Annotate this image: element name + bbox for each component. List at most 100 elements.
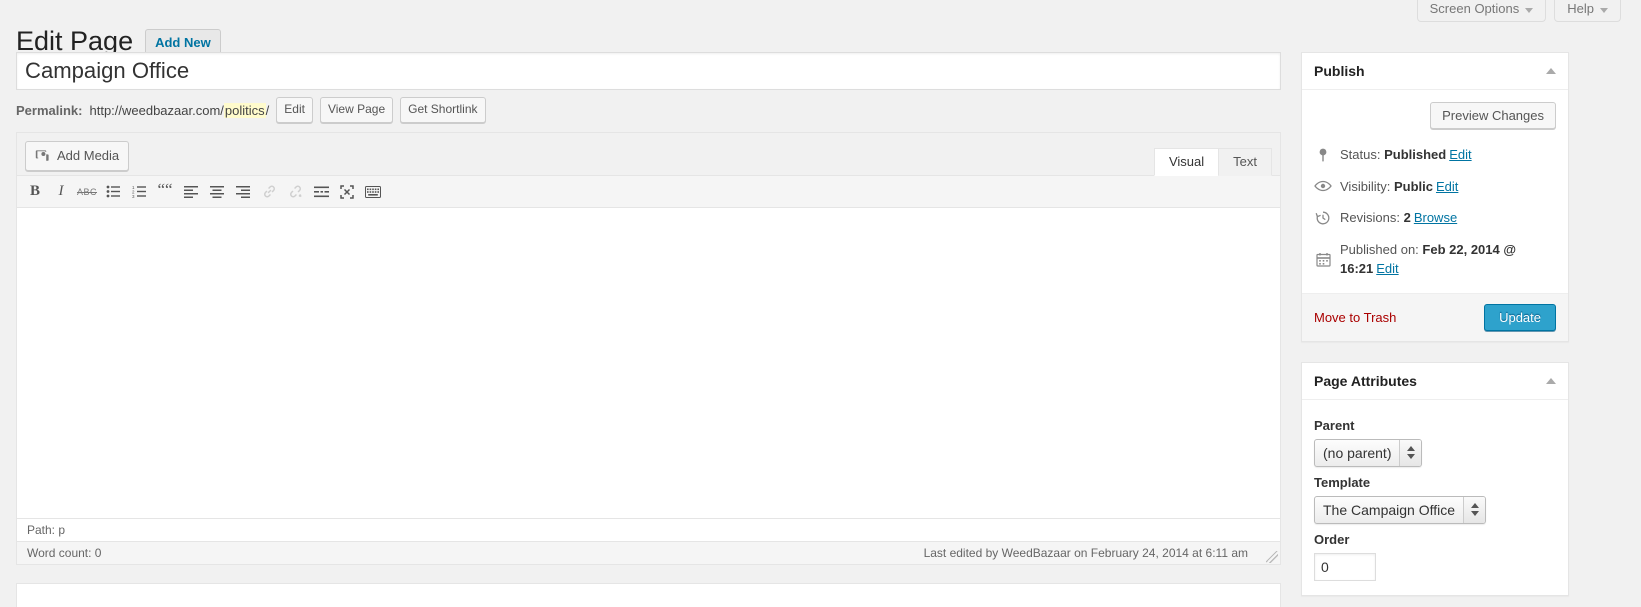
select-arrows-icon [1399,439,1422,466]
publish-metabox-title: Publish [1314,63,1365,79]
add-media-button[interactable]: Add Media [25,141,130,171]
page-attributes-title: Page Attributes [1314,372,1417,389]
status-label: Status: [1340,147,1381,162]
main-editor-column: Permalink: http://weedbazaar.com/politic… [16,52,1281,607]
get-shortlink-button[interactable]: Get Shortlink [400,97,486,123]
word-count: Word count: 0 [27,546,102,560]
help-label: Help [1567,1,1594,16]
permalink-label: Permalink: [16,102,83,118]
screen-meta-links: Screen Options Help [1416,0,1621,22]
insert-read-more-icon[interactable] [309,181,333,203]
visibility-edit-link[interactable]: Edit [1436,179,1458,194]
tab-visual[interactable]: Visual [1153,148,1220,176]
numbered-list-icon[interactable]: 123 [127,181,151,203]
published-on-edit-link[interactable]: Edit [1376,261,1398,276]
tab-text[interactable]: Text [1218,148,1272,176]
pin-icon [1314,146,1332,164]
page-attributes-header[interactable]: Page Attributes [1302,363,1568,400]
view-page-button[interactable]: View Page [319,97,394,123]
editor-media-bar: Add Media Visual Text [17,133,1280,176]
edit-permalink-button[interactable]: Edit [276,97,313,123]
select-arrows-icon [1463,496,1486,523]
screen-options-tab[interactable]: Screen Options [1416,0,1547,22]
bold-icon[interactable]: B [23,181,47,203]
visibility-value: Public [1393,178,1433,194]
strikethrough-icon[interactable]: ABC [75,181,99,203]
publish-actions: Move to Trash Update [1302,292,1568,341]
bullet-list-icon[interactable] [101,181,125,203]
update-button[interactable]: Update [1484,303,1556,331]
publish-metabox-header[interactable]: Publish [1302,53,1568,90]
chevron-down-icon [1600,8,1608,13]
chevron-down-icon [1525,8,1534,13]
lower-metabox-placeholder [16,583,1281,607]
last-edited-text: Last edited by WeedBazaar on February 24… [923,546,1248,560]
tab-text-label: Text [1233,154,1257,169]
status-value: Published [1384,147,1447,162]
revisions-row: Revisions: 2 Browse [1314,202,1556,234]
post-editor: Add Media Visual Text B I ABC 1 2 3 ““ P… [16,132,1281,565]
align-right-icon[interactable] [231,181,255,203]
screen-options-label: Screen Options [1429,1,1520,16]
add-media-label: Add Media [57,148,120,163]
visibility-row: Visibility: Public Edit [1314,171,1556,203]
move-to-trash-link[interactable]: Move to Trash [1314,310,1396,325]
svg-text:3: 3 [132,194,135,198]
editor-mode-tabs: Visual Text [1153,148,1272,176]
wp-admin-edit-page-screen: Screen Options Help Edit Page Add New Pe… [0,0,1641,607]
chevron-up-icon[interactable] [1546,68,1556,74]
permalink-row: Permalink: http://weedbazaar.com/politic… [16,97,1281,123]
permalink-url: http://weedbazaar.com/politics/ [89,102,270,118]
status-edit-link[interactable]: Edit [1449,147,1471,162]
template-select-value: The Campaign Office [1323,501,1456,518]
published-on-label: Published on: [1340,241,1419,257]
align-left-icon[interactable] [179,181,203,203]
chevron-up-icon[interactable] [1546,377,1556,384]
editor-path-status: Path: p [17,518,1280,541]
template-label: Template [1314,474,1371,490]
kitchen-sink-icon[interactable] [361,181,385,203]
permalink-base: http://weedbazaar.com/ [89,102,224,118]
unlink-icon[interactable] [283,181,307,203]
link-icon[interactable] [257,181,281,203]
page-attributes-metabox: Page Attributes Parent (no parent) Templ… [1301,361,1569,596]
sidebar-column: Publish Preview Changes Status: Publishe… [1301,52,1569,607]
preview-changes-button[interactable]: Preview Changes [1430,102,1556,129]
preview-row: Preview Changes [1314,100,1556,139]
published-on-row: Published on: Feb 22, 2014 @ 16:21 Edit [1314,234,1556,285]
editor-footer: Word count: 0 Last edited by WeedBazaar … [17,541,1280,564]
visibility-label: Visibility: [1340,178,1391,194]
page-attributes-body: Parent (no parent) Template The Campaign… [1302,400,1568,595]
publish-metabox-body: Preview Changes Status: Published Edit V… [1302,90,1568,285]
permalink-trailing-slash: / [265,102,270,118]
post-title-input[interactable] [16,52,1281,90]
status-row: Status: Published Edit [1314,139,1556,171]
published-on-text: Published on: Feb 22, 2014 @ 16:21 Edit [1340,240,1556,279]
revisions-label: Revisions: [1340,210,1400,225]
order-input[interactable] [1314,552,1376,581]
revisions-browse-link[interactable]: Browse [1414,210,1457,225]
status-text: Status: Published Edit [1340,145,1472,165]
parent-select-value: (no parent) [1323,444,1392,461]
italic-icon[interactable]: I [49,181,73,203]
revisions-value: 2 [1403,210,1411,225]
permalink-slug: politics [223,102,266,118]
tab-visual-label: Visual [1168,154,1205,169]
parent-select[interactable]: (no parent) [1314,438,1423,467]
fullscreen-icon[interactable] [335,181,359,203]
template-select[interactable]: The Campaign Office [1314,495,1487,524]
eye-icon [1314,177,1332,195]
editor-content-area[interactable] [17,208,1280,518]
blockquote-icon[interactable]: ““ [153,181,177,203]
clock-icon [1314,209,1332,227]
parent-label: Parent [1314,417,1355,433]
visibility-text: Visibility: Public Edit [1340,177,1458,197]
publish-metabox: Publish Preview Changes Status: Publishe… [1301,52,1569,342]
revisions-text: Revisions: 2 Browse [1340,208,1457,228]
calendar-icon [1314,250,1332,268]
editor-resize-handle[interactable] [1266,551,1278,563]
editor-format-toolbar: B I ABC 123 ““ [17,176,1280,208]
media-icon [35,148,51,164]
help-tab[interactable]: Help [1554,0,1621,22]
align-center-icon[interactable] [205,181,229,203]
